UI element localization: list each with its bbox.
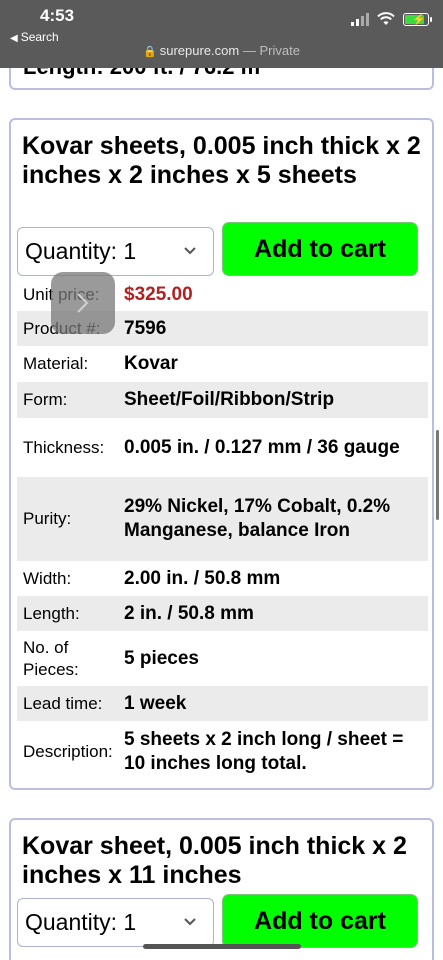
spec-row-description: Description: 5 sheets x 2 inch long / sh…: [17, 721, 428, 783]
product-title: Kovar sheet, 0.005 inch thick x 2 inches…: [22, 832, 407, 889]
spec-row-material: Material: Kovar: [17, 346, 428, 382]
spec-value: 29% Nickel, 17% Cobalt, 0.2% Manganese, …: [124, 496, 391, 541]
chevron-right-icon: [77, 293, 89, 313]
clock: 4:53: [40, 6, 75, 25]
spec-value: Sheet/Foil/Ribbon/Strip: [124, 389, 335, 410]
spec-value: 0.005 in. / 0.127 mm / 36 gauge: [124, 436, 400, 458]
product-card: Kovar sheets, 0.005 inch thick x 2 inche…: [9, 118, 434, 790]
spec-value: 2.00 in. / 50.8 mm: [124, 567, 281, 589]
spec-value: 7596: [124, 317, 167, 339]
spec-label: Material:: [23, 354, 89, 373]
spec-label: Width:: [23, 568, 72, 588]
spec-row-purity: Purity: 29% Nickel, 17% Cobalt, 0.2% Man…: [17, 477, 428, 561]
spec-value: 5 sheets x 2 inch long / sheet = 10 inch…: [124, 729, 404, 774]
spec-row-length: Length: 2 in. / 50.8 mm: [17, 596, 428, 631]
quantity-select[interactable]: Quantity: 1: [17, 227, 214, 276]
product-card: Kovar sheet, 0.005 inch thick x 2 inches…: [9, 818, 434, 960]
unit-price-value: $325.00: [124, 283, 193, 305]
spec-label: No. of Pieces:: [23, 637, 79, 679]
battery-charging-icon: ⚡: [403, 12, 432, 26]
spec-row-width: Width: 2.00 in. / 50.8 mm: [17, 561, 428, 596]
spec-label: Length:: [23, 603, 80, 623]
chevron-down-icon: [183, 899, 197, 960]
spec-label: Lead time:: [23, 693, 103, 713]
quantity-select[interactable]: Quantity: 1: [17, 898, 214, 947]
address-bar[interactable]: 🔒 surepure.com — Private: [0, 43, 443, 58]
status-icons: ⚡: [351, 12, 432, 26]
spec-label: Form:: [23, 390, 68, 409]
home-indicator[interactable]: [143, 944, 301, 949]
url-host: surepure.com: [159, 43, 240, 58]
quantity-label: Quantity: 1: [25, 909, 137, 935]
lock-icon: 🔒: [143, 46, 157, 58]
back-label: Search: [20, 30, 59, 44]
spec-value: Kovar: [124, 353, 178, 374]
spec-value: 2 in. / 50.8 mm: [124, 602, 254, 624]
back-to-search-link[interactable]: ◀ Search: [10, 30, 59, 44]
browser-status-bar: 4:53 ◀ Search ⚡ 🔒 surepure.com — Private: [0, 0, 443, 68]
floating-assistive-button[interactable]: [51, 272, 115, 334]
cellular-signal-icon: [351, 12, 369, 26]
scrollbar[interactable]: [436, 430, 439, 520]
spec-value: 1 week: [124, 692, 187, 714]
spec-label: Thickness:: [23, 437, 105, 457]
spec-row-lead-time: Lead time: 1 week: [17, 686, 428, 721]
spec-row-thickness: Thickness: 0.005 in. / 0.127 mm / 36 gau…: [17, 418, 428, 477]
product-title: Kovar sheets, 0.005 inch thick x 2 inche…: [22, 132, 421, 189]
spec-value: 5 pieces: [124, 647, 199, 669]
private-label: — Private: [242, 43, 300, 58]
quantity-label: Quantity: 1: [25, 238, 137, 264]
add-to-cart-button[interactable]: Add to cart: [222, 894, 418, 948]
spec-row-pieces: No. of Pieces: 5 pieces: [17, 631, 428, 686]
spec-table: Unit price: $325.00 Product #: 7596 Mate…: [17, 278, 428, 783]
wifi-icon: [377, 12, 395, 25]
spec-row-form: Form: Sheet/Foil/Ribbon/Strip: [17, 382, 428, 418]
spec-label: Purity:: [23, 509, 72, 528]
add-to-cart-button[interactable]: Add to cart: [222, 222, 418, 276]
spec-label: Description:: [23, 742, 113, 761]
